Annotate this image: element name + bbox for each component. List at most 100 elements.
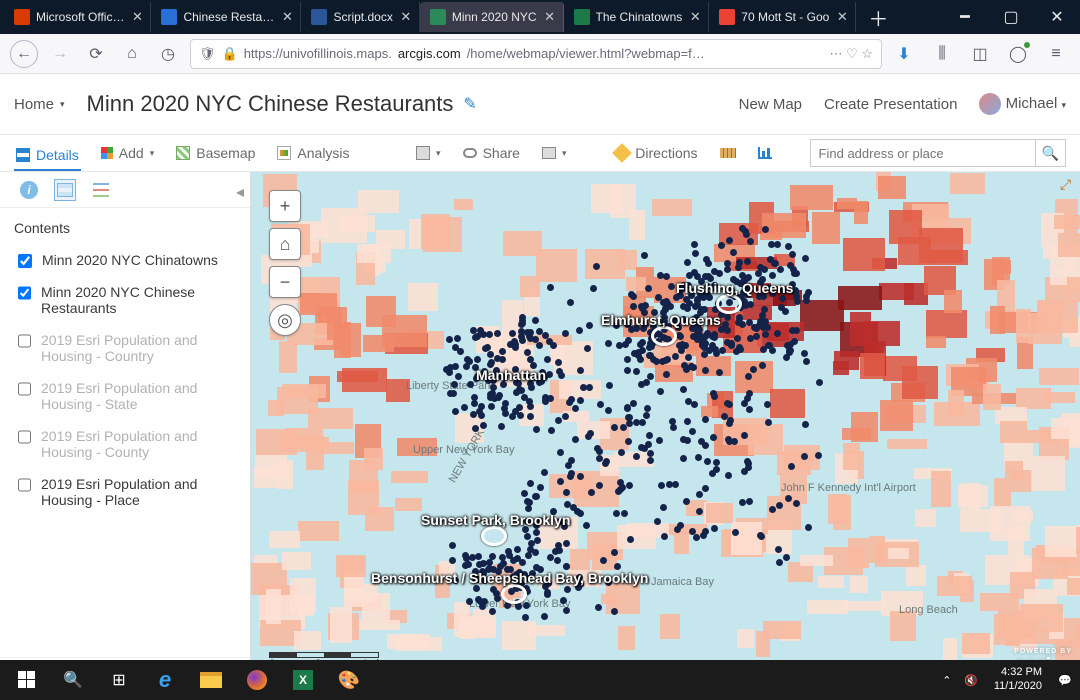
favicon: [14, 9, 30, 25]
basemap-icon: [176, 146, 190, 160]
directions-button[interactable]: Directions: [613, 141, 699, 165]
chinatown-ring: [651, 326, 677, 346]
layer-item[interactable]: 2019 Esri Population and Housing - Count…: [14, 420, 244, 468]
contents-tab[interactable]: [54, 179, 76, 201]
close-tab-icon[interactable]: ✕: [543, 10, 557, 24]
library-icon[interactable]: ⫼: [928, 40, 956, 68]
default-extent-button[interactable]: ⌂: [269, 228, 301, 260]
tab-label: Chinese Restaur…: [183, 10, 274, 24]
avatar: [979, 93, 1001, 115]
taskbar-clock[interactable]: 4:32 PM 11/1/2020: [986, 666, 1050, 694]
measure-button[interactable]: [718, 144, 738, 162]
layer-item[interactable]: Minn 2020 NYC Chinese Restaurants: [14, 276, 244, 324]
firefox-icon[interactable]: [234, 660, 280, 700]
layer-item[interactable]: Minn 2020 NYC Chinatowns: [14, 244, 244, 276]
close-tab-icon[interactable]: ✕: [688, 10, 702, 24]
basemap-button[interactable]: Basemap: [174, 141, 257, 165]
close-tab-icon[interactable]: ✕: [130, 10, 144, 24]
add-button[interactable]: Add▾: [99, 141, 156, 165]
contents-icon: [57, 183, 73, 197]
ie-icon[interactable]: e: [142, 660, 188, 700]
browser-tab[interactable]: Script.docx ✕: [301, 2, 419, 32]
create-presentation-link[interactable]: Create Presentation: [824, 96, 957, 113]
layer-checkbox[interactable]: [18, 334, 31, 348]
window-close[interactable]: ✕: [1034, 2, 1080, 32]
nav-forward-button[interactable]: →: [46, 40, 74, 68]
browser-tab[interactable]: Microsoft Offic… ✕: [4, 2, 151, 32]
share-button[interactable]: Share: [461, 141, 522, 165]
nav-back-button[interactable]: ←: [10, 40, 38, 68]
user-menu[interactable]: Michael ▾: [979, 93, 1066, 115]
layer-list[interactable]: Minn 2020 NYC ChinatownsMinn 2020 NYC Ch…: [0, 244, 250, 657]
about-tab[interactable]: i: [18, 179, 40, 201]
layer-checkbox[interactable]: [18, 430, 31, 444]
window-minimize[interactable]: ━: [942, 2, 988, 32]
windows-taskbar: 🔍 ⊞ e X 🎨 ⌃ 🔇 4:32 PM 11/1/2020 💬: [0, 660, 1080, 700]
new-map-link[interactable]: New Map: [739, 96, 802, 113]
tab-label: Microsoft Offic…: [36, 10, 124, 24]
tab-label: Script.docx: [333, 10, 392, 24]
zoom-in-button[interactable]: +: [269, 190, 301, 222]
notifications-icon[interactable]: 💬: [1056, 671, 1074, 689]
locate-button[interactable]: ◎: [269, 304, 301, 336]
save-button[interactable]: ▾: [414, 142, 443, 164]
details-button[interactable]: Details: [14, 143, 81, 171]
nav-home-button[interactable]: ⌂: [118, 40, 146, 68]
menu-icon[interactable]: ≡: [1042, 40, 1070, 68]
sidebar: i ◂ Contents Minn 2020 NYC ChinatownsMin…: [0, 172, 251, 700]
search-input[interactable]: [811, 146, 1035, 161]
layer-label: 2019 Esri Population and Housing - Place: [41, 476, 240, 508]
map-canvas[interactable]: Liberty State ParkUpper New York BayLowe…: [251, 172, 1080, 700]
close-tab-icon[interactable]: ✕: [399, 10, 413, 24]
layer-checkbox[interactable]: [18, 478, 31, 492]
browser-tab[interactable]: Minn 2020 NYC✕: [420, 2, 564, 32]
layer-item[interactable]: 2019 Esri Population and Housing - Count…: [14, 324, 244, 372]
account-icon[interactable]: ◯: [1004, 40, 1032, 68]
legend-tab[interactable]: [90, 179, 112, 201]
new-tab-button[interactable]: ＋: [856, 3, 900, 32]
browser-tab[interactable]: Chinese Restaur… ✕: [151, 2, 301, 32]
close-tab-icon[interactable]: ✕: [835, 10, 849, 24]
layer-checkbox[interactable]: [18, 254, 32, 268]
task-view-icon[interactable]: ⊞: [96, 660, 142, 700]
tray-volume-icon[interactable]: 🔇: [962, 671, 980, 689]
directions-icon: [612, 143, 632, 163]
analysis-button[interactable]: Analysis: [275, 141, 351, 165]
sidebar-icon[interactable]: ◫: [966, 40, 994, 68]
excel-icon[interactable]: X: [280, 660, 326, 700]
paint-icon[interactable]: 🎨: [326, 660, 372, 700]
favicon: [719, 9, 735, 25]
download-icon[interactable]: ⬇: [890, 40, 918, 68]
close-tab-icon[interactable]: ✕: [280, 10, 294, 24]
collapse-sidebar-icon[interactable]: ◂: [236, 182, 244, 202]
shield-icon: 🛡: [199, 46, 216, 62]
nav-history-button[interactable]: ◷: [154, 40, 182, 68]
search-button[interactable]: 🔍: [1035, 139, 1065, 167]
search-taskbar-icon[interactable]: 🔍: [50, 660, 96, 700]
browser-tab[interactable]: 70 Mott St - Goo✕: [709, 2, 856, 32]
layer-item[interactable]: 2019 Esri Population and Housing - State: [14, 372, 244, 420]
print-icon: [542, 147, 556, 159]
app-header: Home▾ Minn 2020 NYC Chinese Restaurants …: [0, 74, 1080, 134]
explorer-icon[interactable]: [188, 660, 234, 700]
nav-reload-button[interactable]: ⟳: [82, 40, 110, 68]
layer-checkbox[interactable]: [18, 286, 31, 300]
print-button[interactable]: ▾: [540, 143, 569, 163]
map-title: Minn 2020 NYC Chinese Restaurants: [87, 91, 454, 117]
browser-tab[interactable]: The Chinatowns✕: [564, 2, 710, 32]
fullscreen-icon[interactable]: ⤢: [1060, 176, 1076, 192]
edit-title-icon[interactable]: ✎: [463, 94, 476, 114]
tray-chevron-icon[interactable]: ⌃: [938, 671, 956, 689]
chart-button[interactable]: [756, 143, 774, 163]
window-maximize[interactable]: ▢: [988, 2, 1034, 32]
url-input[interactable]: 🛡 🔒 https://univofillinois.maps.arcgis.c…: [190, 39, 882, 69]
start-button[interactable]: [4, 660, 50, 700]
layer-checkbox[interactable]: [18, 382, 31, 396]
measure-icon: [720, 148, 736, 158]
home-link[interactable]: Home▾: [14, 96, 65, 113]
share-icon: [463, 148, 477, 158]
layer-item[interactable]: 2019 Esri Population and Housing - Place: [14, 468, 244, 516]
analysis-icon: [277, 146, 291, 160]
chinatown-ring: [481, 526, 507, 546]
zoom-out-button[interactable]: −: [269, 266, 301, 298]
